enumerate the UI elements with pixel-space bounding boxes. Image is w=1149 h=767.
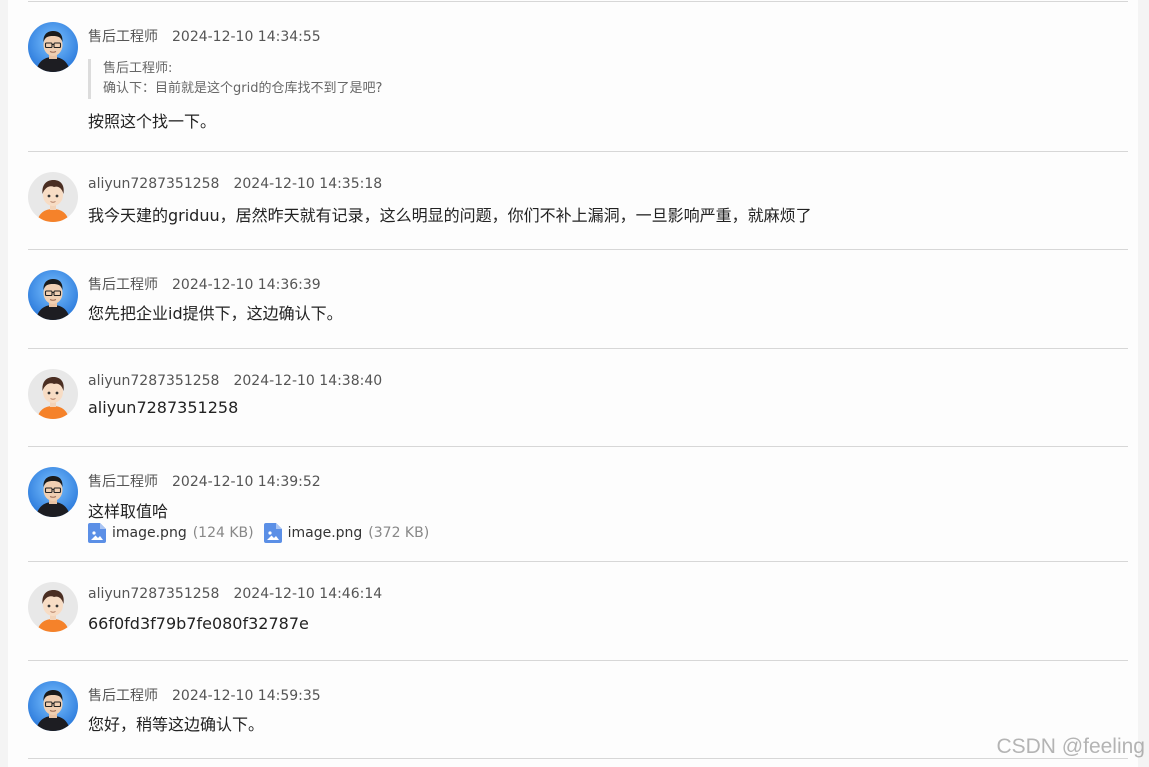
message-text: 按照这个找一下。 <box>88 112 217 131</box>
message-text: 这样取值哈 <box>88 502 169 521</box>
message-text: 您先把企业id提供下，这边确认下。 <box>88 304 343 323</box>
author-name: 售后工程师 <box>88 688 158 704</box>
message-meta: aliyun7287351258 2024-12-10 14:46:14 <box>88 586 382 602</box>
message-divider <box>28 446 1128 447</box>
message-item: 售后工程师 2024-12-10 14:39:52 这样取值哈 image.png… <box>28 467 1128 547</box>
watermark: CSDN @feeling <box>996 735 1145 758</box>
image-file-icon <box>88 523 106 543</box>
message-time: 2024-12-10 14:36:39 <box>172 277 321 293</box>
message-divider <box>28 1 1128 2</box>
message-meta: 售后工程师 2024-12-10 14:36:39 <box>88 274 321 294</box>
message-meta: 售后工程师 2024-12-10 14:59:35 <box>88 685 321 705</box>
author-name: aliyun7287351258 <box>88 586 220 602</box>
scrollbar-gutter[interactable] <box>1138 0 1149 767</box>
customer-avatar <box>28 369 78 419</box>
quote-text: 确认下：目前就是这个grid的仓库找不到了是吧? <box>103 81 383 96</box>
attachment-size: (372 KB) <box>368 525 430 541</box>
message-time: 2024-12-10 14:39:52 <box>172 474 321 490</box>
image-file-icon <box>264 523 282 543</box>
attachment-link[interactable]: image.png (124 KB) <box>88 523 254 543</box>
attachment-name[interactable]: image.png <box>112 525 187 541</box>
message-time: 2024-12-10 14:35:18 <box>233 176 383 192</box>
message-divider <box>28 348 1128 349</box>
message-item: 售后工程师 2024-12-10 14:36:39 您先把企业id提供下，这边确认… <box>28 270 1128 330</box>
attachment-list: image.png (124 KB) image.png (372 KB) <box>88 523 439 543</box>
author-name: 售后工程师 <box>88 277 158 293</box>
message-divider <box>28 249 1128 250</box>
message-time: 2024-12-10 14:38:40 <box>233 373 383 389</box>
author-name: aliyun7287351258 <box>88 373 220 389</box>
message-item: aliyun7287351258 2024-12-10 14:35:18 我今天建… <box>28 172 1128 232</box>
engineer-avatar <box>28 467 78 517</box>
customer-avatar <box>28 172 78 222</box>
message-text: aliyun7287351258 <box>88 398 239 417</box>
message-time: 2024-12-10 14:34:55 <box>172 29 321 45</box>
message-meta: aliyun7287351258 2024-12-10 14:38:40 <box>88 373 382 389</box>
message-meta: aliyun7287351258 2024-12-10 14:35:18 <box>88 176 382 192</box>
message-divider <box>28 151 1128 152</box>
conversation-panel: 售后工程师 2024-12-10 14:34:55 售后工程师: 确认下：目前就是… <box>8 0 1138 767</box>
message-divider <box>28 758 1128 759</box>
message-item: 售后工程师 2024-12-10 14:59:35 您好，稍等这边确认下。 <box>28 681 1128 741</box>
message-divider <box>28 660 1128 661</box>
customer-avatar <box>28 582 78 632</box>
message-divider <box>28 561 1128 562</box>
quoted-message: 售后工程师: 确认下：目前就是这个grid的仓库找不到了是吧? <box>88 59 382 99</box>
message-time: 2024-12-10 14:59:35 <box>172 688 321 704</box>
quote-author: 售后工程师: <box>103 61 173 76</box>
message-meta: 售后工程师 2024-12-10 14:34:55 <box>88 26 321 46</box>
message-item: aliyun7287351258 2024-12-10 14:46:14 66f0… <box>28 582 1128 642</box>
author-name: 售后工程师 <box>88 29 158 45</box>
engineer-avatar <box>28 681 78 731</box>
message-item: 售后工程师 2024-12-10 14:34:55 售后工程师: 确认下：目前就是… <box>28 22 1128 132</box>
attachment-size: (124 KB) <box>192 525 254 541</box>
message-time: 2024-12-10 14:46:14 <box>233 586 383 602</box>
message-meta: 售后工程师 2024-12-10 14:39:52 <box>88 471 321 491</box>
message-text: 您好，稍等这边确认下。 <box>88 715 265 734</box>
attachment-link[interactable]: image.png (372 KB) <box>264 523 430 543</box>
author-name: 售后工程师 <box>88 474 158 490</box>
author-name: aliyun7287351258 <box>88 176 220 192</box>
attachment-name[interactable]: image.png <box>288 525 363 541</box>
engineer-avatar <box>28 270 78 320</box>
message-text: 我今天建的griduu，居然昨天就有记录，这么明显的问题，你们不补上漏洞，一旦影… <box>88 206 812 225</box>
message-item: aliyun7287351258 2024-12-10 14:38:40 aliy… <box>28 369 1128 429</box>
message-text: 66f0fd3f79b7fe080f32787e <box>88 614 309 633</box>
engineer-avatar <box>28 22 78 72</box>
